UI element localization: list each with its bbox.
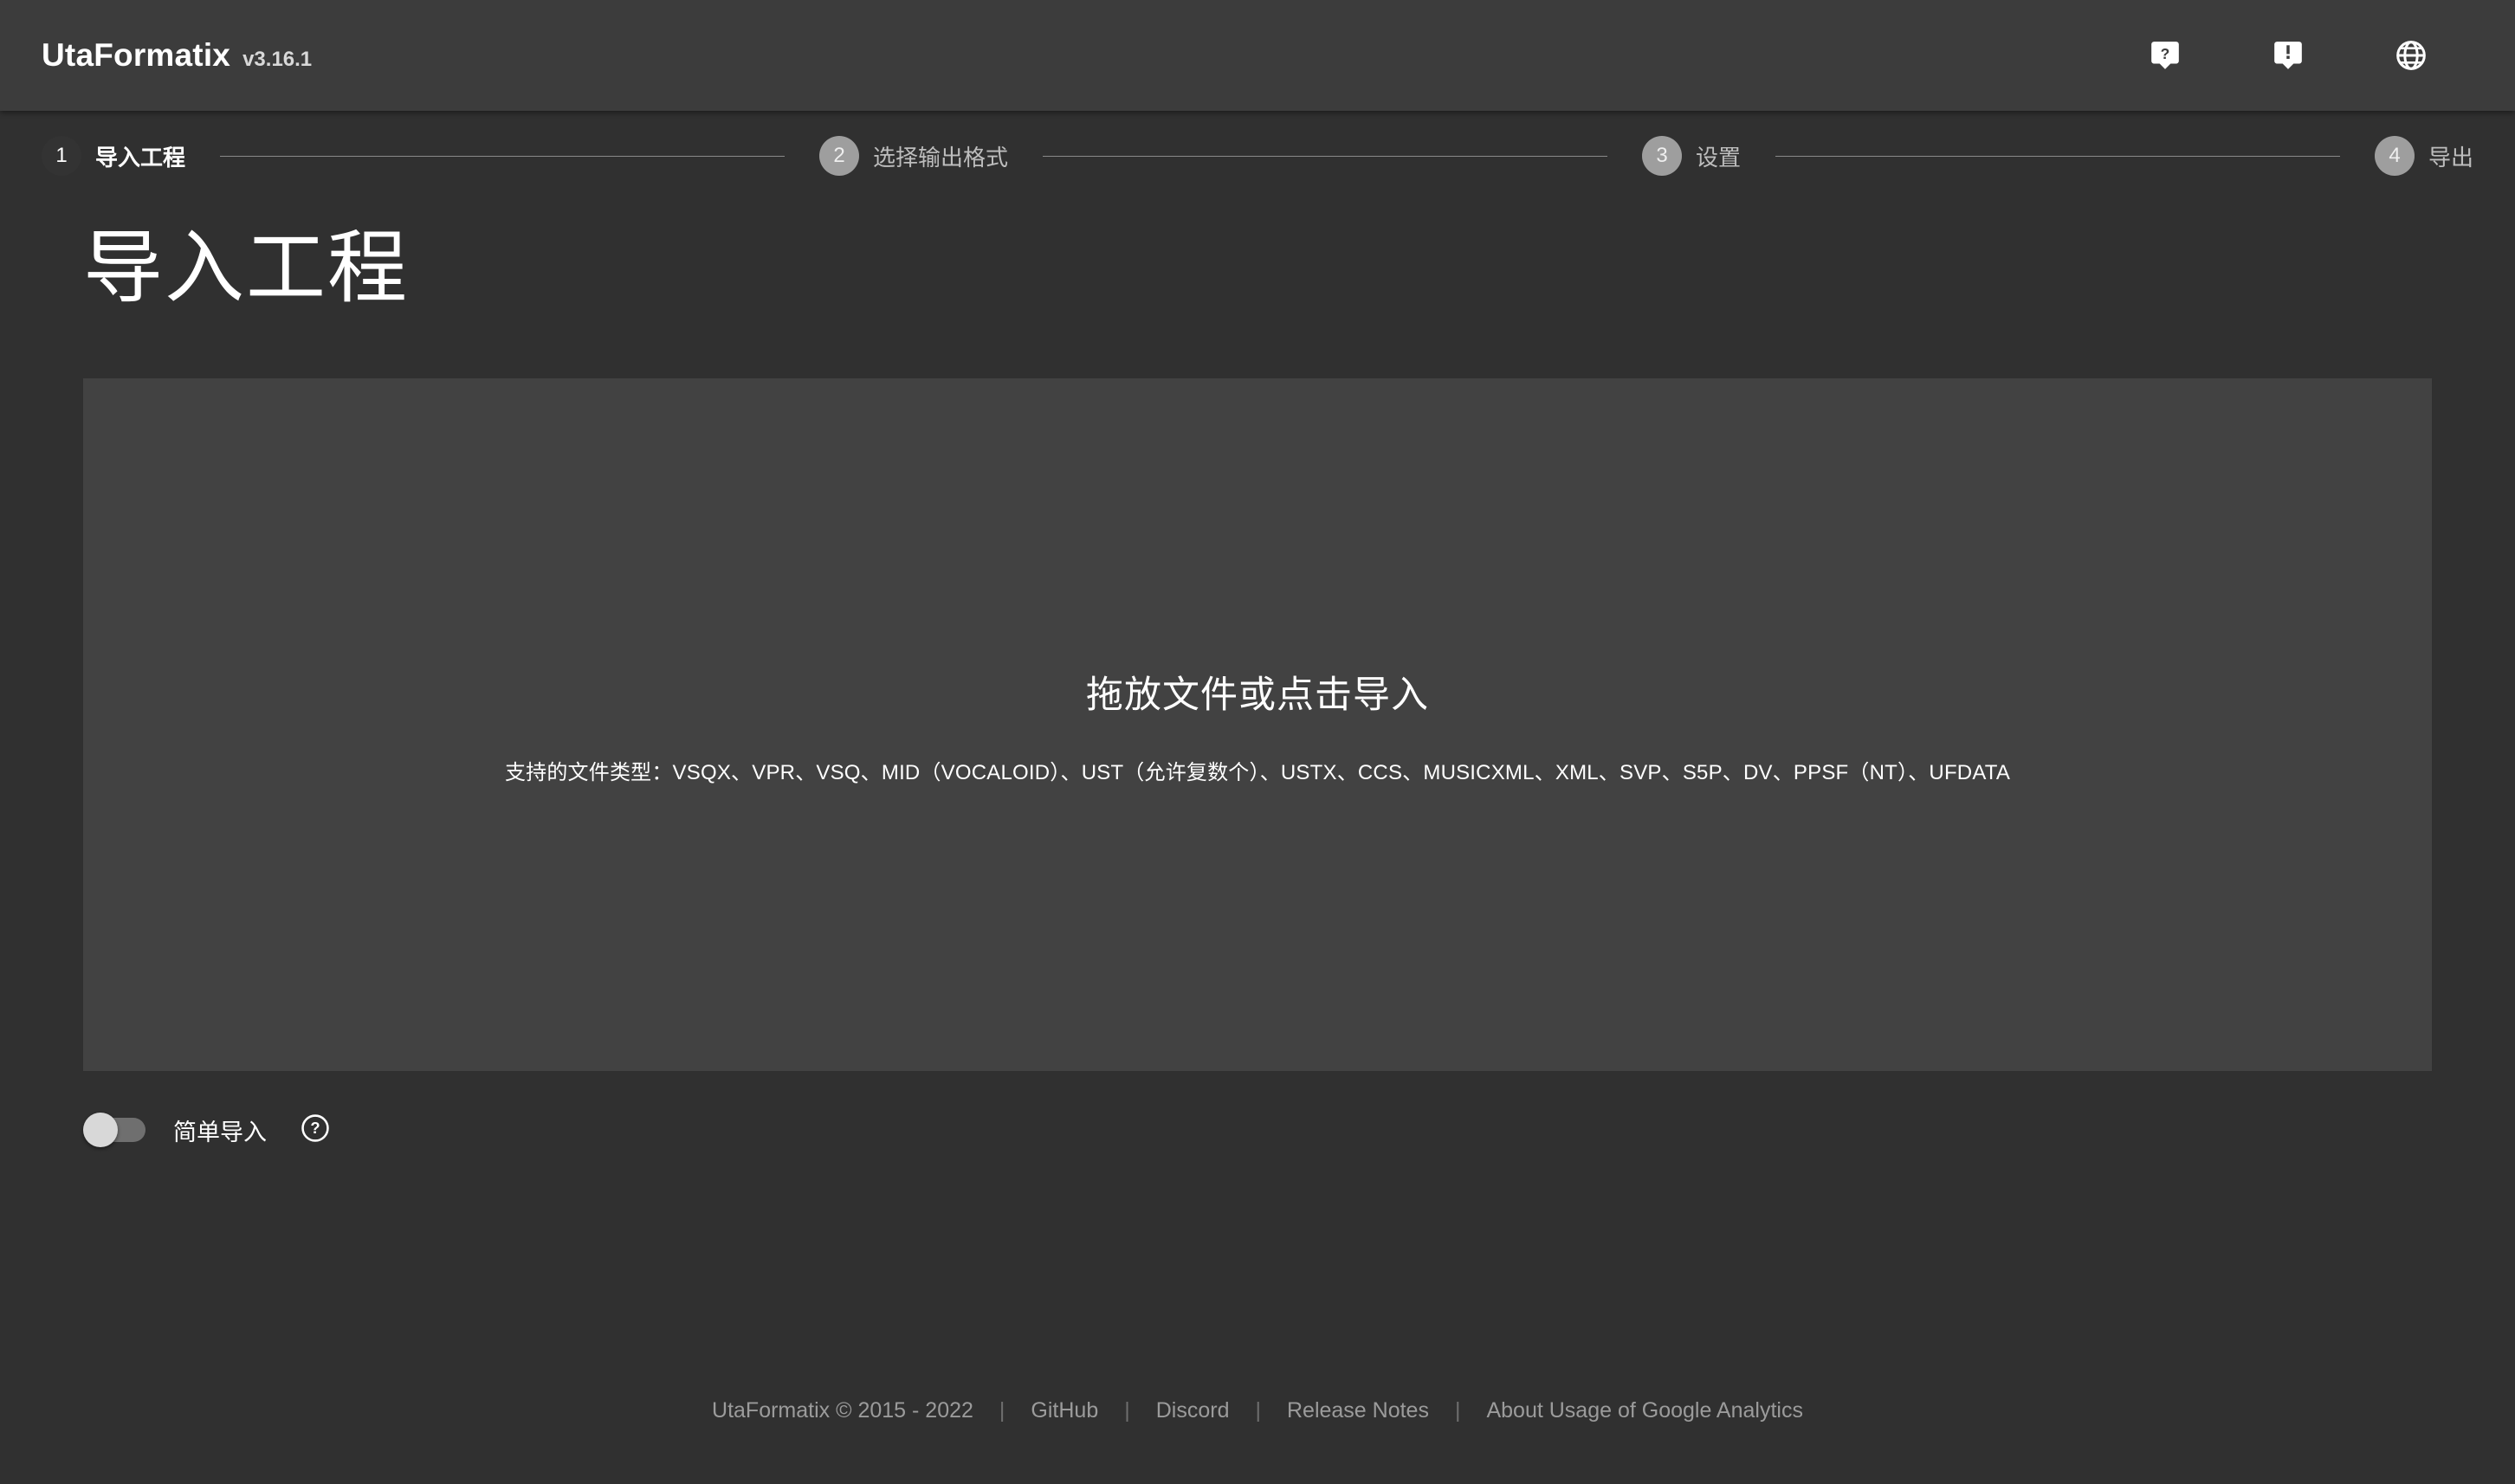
- feedback-icon: [2272, 39, 2305, 72]
- main-content: 导入工程 拖放文件或点击导入 支持的文件类型：VSQX、VPR、VSQ、MID（…: [0, 224, 2515, 1149]
- feedback-button[interactable]: [2266, 33, 2311, 78]
- simple-import-label: 简单导入: [173, 1119, 267, 1145]
- step-number-3: 3: [1642, 136, 1682, 176]
- app-bar: UtaFormatix v3.16.1 ?: [0, 0, 2515, 111]
- step-import-project[interactable]: 1 导入工程: [42, 136, 185, 176]
- page-title: 导入工程: [83, 224, 410, 313]
- step-number-4: 4: [2375, 136, 2415, 176]
- step-export[interactable]: 4 导出: [2375, 136, 2473, 176]
- options-row: 简单导入 ?: [83, 1111, 2432, 1149]
- step-connector-2: [1043, 155, 1607, 157]
- help-icon: ?: [2149, 39, 2182, 72]
- step-number-2: 2: [819, 136, 859, 176]
- footer-link-github[interactable]: GitHub: [1008, 1398, 1121, 1423]
- step-number-1: 1: [42, 136, 81, 176]
- stepper: 1 导入工程 2 选择输出格式 3 设置 4 导出: [0, 111, 2515, 176]
- svg-text:?: ?: [2161, 45, 2170, 62]
- footer: UtaFormatix © 2015 - 2022 | GitHub | Dis…: [0, 1398, 2515, 1423]
- question-circle-icon: ?: [301, 1113, 330, 1147]
- simple-import-toggle[interactable]: [83, 1113, 145, 1148]
- footer-separator-2: |: [1124, 1398, 1130, 1423]
- toggle-knob: [83, 1113, 118, 1148]
- file-dropzone[interactable]: 拖放文件或点击导入 支持的文件类型：VSQX、VPR、VSQ、MID（VOCAL…: [83, 378, 2432, 1072]
- footer-link-release-notes[interactable]: Release Notes: [1264, 1398, 1451, 1423]
- footer-link-google-analytics[interactable]: About Usage of Google Analytics: [1464, 1398, 1826, 1423]
- footer-separator-4: |: [1454, 1398, 1461, 1423]
- appbar-actions: ?: [2143, 33, 2473, 78]
- step-label-2: 选择输出格式: [873, 144, 1009, 171]
- help-button[interactable]: ?: [2143, 33, 2188, 78]
- footer-copyright: UtaFormatix © 2015 - 2022: [712, 1398, 973, 1423]
- dropzone-title: 拖放文件或点击导入: [1086, 674, 1429, 716]
- step-label-1: 导入工程: [95, 144, 186, 171]
- brand: UtaFormatix v3.16.1: [42, 37, 312, 74]
- step-connector-1: [220, 155, 785, 157]
- step-connector-3: [1775, 155, 2340, 157]
- step-label-4: 导出: [2428, 144, 2474, 171]
- step-settings[interactable]: 3 设置: [1642, 136, 1741, 176]
- app-version: v3.16.1: [242, 48, 313, 71]
- footer-separator-1: |: [999, 1398, 1005, 1423]
- simple-import-help-button[interactable]: ?: [296, 1111, 334, 1149]
- globe-icon: [2394, 38, 2428, 73]
- dropzone-supported-types: 支持的文件类型：VSQX、VPR、VSQ、MID（VOCALOID）、UST（允…: [504, 760, 2011, 784]
- svg-text:?: ?: [310, 1119, 320, 1137]
- language-button[interactable]: [2389, 33, 2434, 78]
- footer-link-discord[interactable]: Discord: [1134, 1398, 1252, 1423]
- footer-separator-3: |: [1255, 1398, 1261, 1423]
- step-select-output-format[interactable]: 2 选择输出格式: [819, 136, 1008, 176]
- step-label-3: 设置: [1696, 144, 1742, 171]
- app-title: UtaFormatix: [42, 37, 231, 73]
